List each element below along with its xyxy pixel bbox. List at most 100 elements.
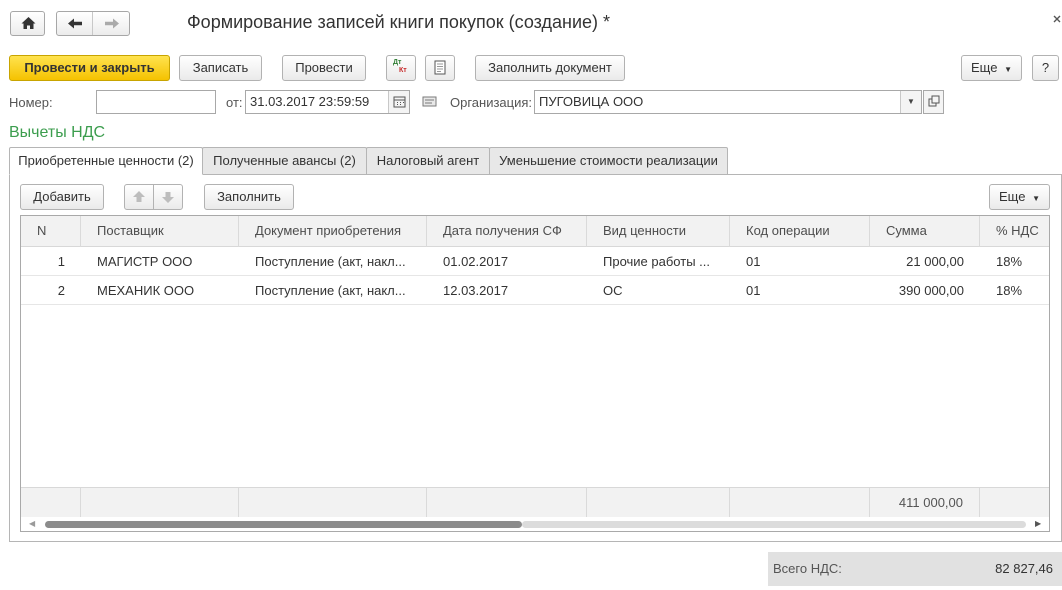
scroll-right-icon[interactable]: ▶ (1035, 519, 1041, 528)
comment-icon (422, 96, 437, 107)
move-down-button[interactable] (153, 184, 183, 210)
tab-tax-agent[interactable]: Налоговый агент (366, 147, 490, 175)
organization-value: ПУГОВИЦА ООО (539, 94, 644, 109)
cell-kind: ОС (603, 283, 623, 298)
footer-cell (81, 488, 239, 518)
table-header: N Поставщик Документ приобретения Дата п… (21, 216, 1049, 247)
open-link-icon (928, 95, 940, 107)
move-up-button[interactable] (124, 184, 154, 210)
section-title: Вычеты НДС (9, 124, 106, 141)
post-and-close-button[interactable]: Провести и закрыть (9, 55, 170, 81)
arrow-right-icon (105, 18, 119, 29)
calendar-button[interactable] (388, 91, 409, 113)
more-label: Еще (971, 60, 998, 75)
total-vat-value: 82 827,46 (995, 561, 1053, 576)
arrow-up-icon (133, 191, 145, 202)
cell-kind: Прочие работы ... (603, 254, 710, 269)
footer-cell (730, 488, 870, 518)
home-icon (21, 17, 36, 29)
dt-kt-icon: Дт Кт (393, 59, 411, 77)
dropdown-arrow-icon: ▼ (1032, 194, 1040, 203)
forward-button[interactable] (94, 12, 130, 35)
cell-operation-code: 01 (746, 254, 761, 269)
column-header-invoice-date[interactable]: Дата получения СФ (427, 216, 587, 247)
chevron-down-icon: ▼ (907, 97, 915, 106)
footer-cell (587, 488, 730, 518)
footer-cell (239, 488, 427, 518)
cell-invoice-date: 01.02.2017 (443, 254, 509, 269)
column-header-operation-code[interactable]: Код операции (730, 216, 870, 247)
post-button[interactable]: Провести (282, 55, 366, 81)
number-label: Номер: (9, 95, 53, 110)
column-header-sum[interactable]: Сумма (870, 216, 980, 247)
tab-cost-reduction[interactable]: Уменьшение стоимости реализации (489, 147, 728, 175)
nav-back-forward (56, 11, 130, 36)
more-button[interactable]: Еще ▼ (961, 55, 1022, 81)
footer-cell (980, 488, 1049, 518)
organization-label: Организация: (450, 95, 533, 110)
document-icon (434, 60, 446, 75)
dt-kt-button[interactable]: Дт Кт (386, 55, 416, 81)
scroll-left-icon[interactable]: ◀ (29, 519, 35, 528)
arrow-down-icon (162, 192, 174, 203)
horizontal-scrollbar[interactable]: ◀ ▶ (21, 517, 1049, 531)
comment-button[interactable] (422, 95, 438, 109)
column-header-supplier[interactable]: Поставщик (81, 216, 239, 247)
scrollbar-track (522, 521, 1026, 528)
cell-supplier: МАГИСТР ООО (97, 254, 193, 269)
cell-operation-code: 01 (746, 283, 761, 298)
cell-vat-rate: 18% (996, 283, 1023, 298)
column-header-n[interactable]: N (21, 216, 81, 247)
kt-label: Кт (399, 67, 407, 74)
tab-purchased-goods[interactable]: Приобретенные ценности (2) (9, 147, 203, 175)
arrow-left-icon (68, 18, 82, 29)
date-label: от: (226, 95, 243, 110)
table-more-label: Еще (999, 189, 1026, 204)
cell-invoice-date: 12.03.2017 (443, 283, 509, 298)
dropdown-arrow-icon: ▼ (1004, 65, 1012, 74)
organization-dropdown-button[interactable]: ▼ (900, 91, 921, 113)
help-button[interactable]: ? (1032, 55, 1059, 81)
fill-button[interactable]: Заполнить (204, 184, 294, 210)
table-footer: 411 000,00 (21, 487, 1049, 518)
date-value: 31.03.2017 23:59:59 (250, 94, 370, 109)
footer-cell (21, 488, 81, 518)
total-vat-box: Всего НДС: 82 827,46 (768, 552, 1062, 586)
cell-sum: 390 000,00 (898, 283, 964, 298)
number-field[interactable] (96, 90, 216, 114)
report-button[interactable] (425, 55, 455, 81)
table-more-button[interactable]: Еще ▼ (989, 184, 1050, 210)
date-field[interactable]: 31.03.2017 23:59:59 (245, 90, 410, 114)
fill-document-button[interactable]: Заполнить документ (475, 55, 625, 81)
home-button[interactable] (10, 11, 45, 36)
column-header-document[interactable]: Документ приобретения (239, 216, 427, 247)
cell-n: 2 (57, 283, 65, 298)
footer-cell (427, 488, 587, 518)
purchases-table: N Поставщик Документ приобретения Дата п… (20, 215, 1050, 532)
cell-document: Поступление (акт, накл... (255, 283, 406, 298)
cell-vat-rate: 18% (996, 254, 1023, 269)
add-button[interactable]: Добавить (20, 184, 104, 210)
column-header-kind[interactable]: Вид ценности (587, 216, 730, 247)
table-row[interactable]: 2 МЕХАНИК ООО Поступление (акт, накл... … (21, 276, 1049, 305)
cell-document: Поступление (акт, накл... (255, 254, 406, 269)
back-button[interactable] (57, 12, 93, 35)
cell-supplier: МЕХАНИК ООО (97, 283, 195, 298)
dt-label: Дт (393, 59, 402, 66)
footer-sum-total: 411 000,00 (870, 488, 980, 518)
page-title: Формирование записей книги покупок (созд… (187, 12, 611, 32)
organization-field[interactable]: ПУГОВИЦА ООО ▼ (534, 90, 922, 114)
save-button[interactable]: Записать (179, 55, 262, 81)
close-icon (1053, 15, 1061, 23)
total-vat-label: Всего НДС: (773, 561, 842, 576)
close-button[interactable] (1052, 12, 1062, 26)
footer-sum-value: 411 000,00 (898, 495, 963, 510)
cell-n: 1 (57, 254, 65, 269)
calendar-icon (393, 96, 406, 108)
organization-open-button[interactable] (923, 90, 944, 114)
tab-received-advances[interactable]: Полученные авансы (2) (202, 147, 367, 175)
scrollbar-thumb[interactable] (45, 521, 522, 528)
cell-sum: 21 000,00 (906, 254, 964, 269)
column-header-vat-rate[interactable]: % НДС (980, 216, 1049, 247)
table-row[interactable]: 1 МАГИСТР ООО Поступление (акт, накл... … (21, 247, 1049, 276)
